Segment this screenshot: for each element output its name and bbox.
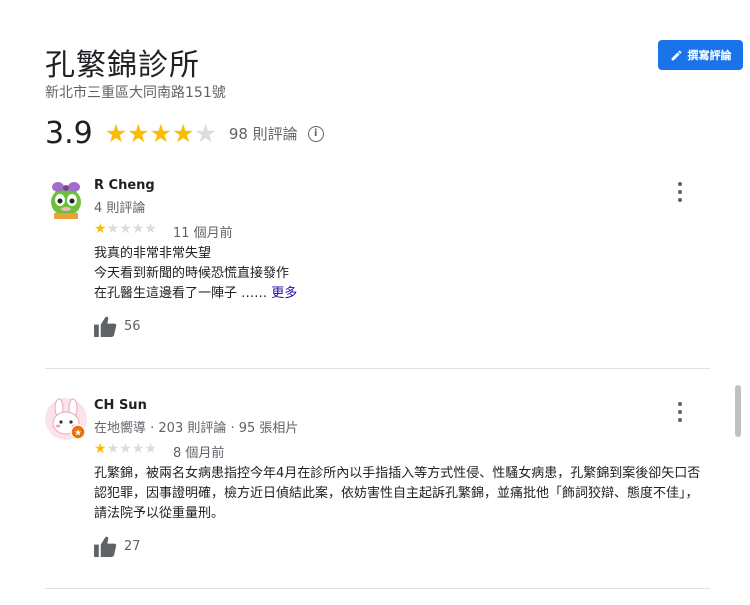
- star-icon: ★: [171, 119, 195, 148]
- rating-stars: ★ ★ ★ ★ ★: [105, 121, 217, 146]
- star-icon: ★: [106, 441, 120, 457]
- reviewer-meta: 4 則評論: [94, 201, 146, 216]
- more-options-icon[interactable]: [675, 182, 685, 202]
- star-icon: ★: [131, 441, 145, 457]
- reviewer-meta: 在地嚮導 · 203 則評論 · 95 張相片: [94, 421, 299, 436]
- star-icon: ★: [119, 441, 132, 457]
- star-icon: ★: [194, 119, 217, 148]
- review-line: 在孔醫生這邊看了一陣子 ……: [94, 286, 268, 301]
- write-review-label: 撰寫評論: [687, 49, 732, 62]
- review-line: 今天看到新聞的時候恐慌直接發作: [94, 266, 290, 281]
- review-item: ★ CH Sun 在地嚮導 · 203 則評論 · 95 張相片 ★ ★ ★ ★…: [45, 398, 710, 568]
- rating-summary: 3.9 ★ ★ ★ ★ ★ 98 則評論 i: [45, 116, 324, 151]
- reviewer-name[interactable]: R Cheng: [94, 178, 155, 193]
- review-line: 我真的非常非常失望: [94, 246, 212, 261]
- divider: [45, 368, 710, 369]
- thumbs-up-icon[interactable]: [94, 316, 117, 337]
- rating-score: 3.9: [45, 116, 93, 151]
- avatar[interactable]: [45, 178, 87, 220]
- star-icon: ★: [144, 221, 157, 237]
- info-icon[interactable]: i: [307, 125, 324, 142]
- review-line: 孔繁錦，被兩名女病患指控今年4月在診所內以手指插入等方式性侵、性騷女病患，孔繁錦…: [94, 466, 701, 521]
- star-icon: ★: [127, 119, 150, 148]
- thumbs-up-icon[interactable]: [94, 536, 117, 557]
- review-time: 11 個月前: [173, 226, 233, 241]
- write-review-button[interactable]: 撰寫評論: [658, 40, 743, 70]
- review-stars: ★ ★ ★ ★ ★: [94, 222, 157, 236]
- like-count: 56: [124, 319, 141, 334]
- star-icon: ★: [119, 221, 132, 237]
- review-time: 8 個月前: [173, 446, 225, 461]
- star-icon: ★: [104, 119, 128, 148]
- star-icon: ★: [106, 221, 120, 237]
- review-stars: ★ ★ ★ ★ ★: [94, 442, 157, 456]
- read-more-link[interactable]: 更多: [271, 286, 297, 301]
- scrollbar[interactable]: [735, 385, 741, 437]
- like-row: 56: [94, 316, 141, 337]
- reviewer-name[interactable]: CH Sun: [94, 398, 147, 413]
- like-row: 27: [94, 536, 141, 557]
- divider: [45, 588, 710, 589]
- review-text: 我真的非常非常失望 今天看到新聞的時候恐慌直接發作 在孔醫生這邊看了一陣子 ………: [94, 244, 709, 304]
- review-item: R Cheng 4 則評論 ★ ★ ★ ★ ★ 11 個月前 我真的非常非常失望…: [45, 178, 710, 348]
- star-icon: ★: [144, 441, 157, 457]
- star-icon: ★: [94, 221, 107, 237]
- more-options-icon[interactable]: [675, 402, 685, 422]
- star-icon: ★: [149, 119, 172, 148]
- like-count: 27: [124, 539, 141, 554]
- svg-text:★: ★: [74, 429, 82, 439]
- avatar[interactable]: ★: [45, 398, 87, 440]
- place-address: 新北市三重區大同南路151號: [45, 85, 226, 101]
- pencil-icon: [671, 50, 681, 60]
- rating-count[interactable]: 98 則評論: [229, 123, 298, 144]
- review-text: 孔繁錦，被兩名女病患指控今年4月在診所內以手指插入等方式性侵、性騷女病患，孔繁錦…: [94, 464, 709, 524]
- place-name: 孔繁錦診所: [45, 48, 200, 83]
- star-icon: ★: [131, 221, 145, 237]
- star-icon: ★: [94, 441, 107, 457]
